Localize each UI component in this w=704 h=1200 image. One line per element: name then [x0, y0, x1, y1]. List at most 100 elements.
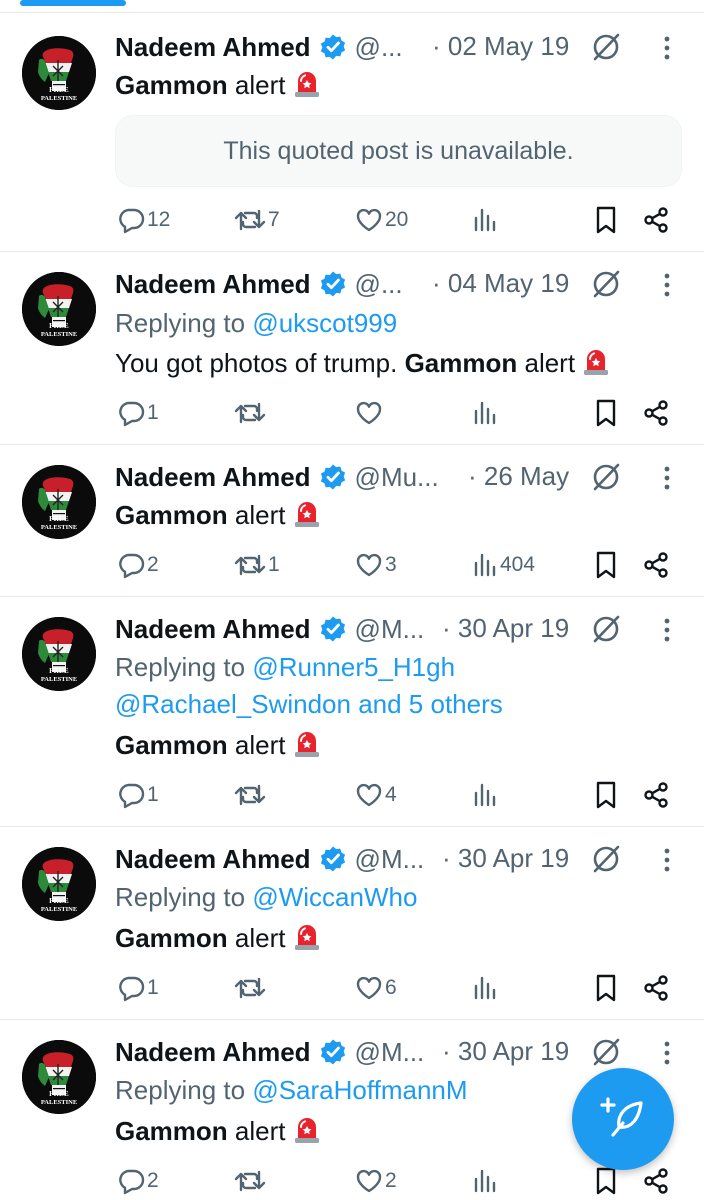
post-feed[interactable]: FREE PALESTINE Nadeem Ahmed @... · 02 May…: [0, 13, 704, 1200]
avatar[interactable]: FREE PALESTINE: [22, 36, 96, 110]
reply-icon: [117, 781, 145, 809]
share-button[interactable]: [640, 779, 670, 811]
like-button[interactable]: 6: [353, 972, 397, 1004]
author-name[interactable]: Nadeem Ahmed: [115, 614, 311, 645]
like-button[interactable]: [353, 397, 385, 429]
more-vertical-icon[interactable]: [662, 1040, 672, 1066]
more-vertical-icon[interactable]: [662, 617, 672, 643]
repost-button[interactable]: [232, 1165, 268, 1197]
more-vertical-icon[interactable]: [662, 35, 672, 61]
post[interactable]: FREE PALESTINE Nadeem Ahmed @M... · 30 Ap…: [0, 827, 704, 1020]
repost-count: 1: [268, 553, 280, 576]
share-button[interactable]: [640, 204, 670, 236]
active-tab-indicator: [20, 0, 126, 6]
avatar[interactable]: FREE PALESTINE: [22, 1040, 96, 1114]
post[interactable]: FREE PALESTINE Nadeem Ahmed @... · 04 May…: [0, 252, 704, 445]
author-name[interactable]: Nadeem Ahmed: [115, 844, 311, 875]
repost-button[interactable]: 1: [232, 549, 280, 581]
reply-button[interactable]: 1: [115, 972, 159, 1004]
grok-icon[interactable]: [591, 462, 621, 492]
grok-icon[interactable]: [591, 1037, 621, 1067]
bookmark-button[interactable]: [591, 1165, 619, 1197]
like-button[interactable]: 2: [353, 1165, 397, 1197]
reply-button[interactable]: 1: [115, 779, 159, 811]
compose-post-button[interactable]: [572, 1068, 674, 1170]
post-text: You got photos of trump. Gammon alert: [115, 346, 611, 384]
reply-mention-link[interactable]: @Runner5_H1gh: [252, 652, 455, 682]
post-date[interactable]: · 30 Apr 19: [442, 1036, 569, 1067]
reply-button[interactable]: 2: [115, 1165, 159, 1197]
bookmark-button[interactable]: [591, 397, 619, 429]
author-handle[interactable]: @M...: [355, 1037, 425, 1068]
author-handle[interactable]: @M...: [355, 614, 425, 645]
replying-to-label: Replying to: [115, 882, 246, 912]
avatar[interactable]: FREE PALESTINE: [22, 847, 96, 921]
more-vertical-icon[interactable]: [662, 465, 672, 491]
reply-button[interactable]: 12: [115, 204, 170, 236]
views-icon: [472, 551, 498, 579]
author-handle[interactable]: @Mu...: [355, 462, 439, 493]
views-button[interactable]: [470, 779, 500, 811]
reply-button[interactable]: 1: [115, 397, 159, 429]
grok-icon[interactable]: [591, 614, 621, 644]
avatar[interactable]: FREE PALESTINE: [22, 272, 96, 346]
more-vertical-icon[interactable]: [662, 847, 672, 873]
author-name[interactable]: Nadeem Ahmed: [115, 462, 311, 493]
repost-button[interactable]: [232, 397, 268, 429]
like-button[interactable]: 20: [353, 204, 408, 236]
avatar[interactable]: FREE PALESTINE: [22, 617, 96, 691]
bookmark-button[interactable]: [591, 549, 619, 581]
views-button[interactable]: [470, 397, 500, 429]
author-handle[interactable]: @...: [355, 32, 403, 63]
post[interactable]: FREE PALESTINE Nadeem Ahmed @M... · 30 Ap…: [0, 597, 704, 827]
grok-icon[interactable]: [591, 269, 621, 299]
like-count: 3: [385, 553, 397, 576]
post-date[interactable]: · 04 May 19: [432, 268, 569, 299]
share-icon: [642, 206, 670, 234]
author-handle[interactable]: @M...: [355, 844, 425, 875]
post-text-bold: Gammon: [115, 730, 228, 760]
verified-badge-icon: [319, 1038, 347, 1066]
views-button[interactable]: 404: [470, 549, 535, 581]
author-handle[interactable]: @...: [355, 269, 403, 300]
repost-button[interactable]: [232, 779, 268, 811]
bookmark-button[interactable]: [591, 779, 619, 811]
views-button[interactable]: [470, 1165, 500, 1197]
more-vertical-icon[interactable]: [662, 272, 672, 298]
reply-mention-link[interactable]: @SaraHoffmannM: [252, 1075, 467, 1105]
share-button[interactable]: [640, 972, 670, 1004]
share-button[interactable]: [640, 1165, 670, 1197]
repost-button[interactable]: 7: [232, 204, 280, 236]
post-text-rest: alert: [227, 730, 286, 760]
author-name[interactable]: Nadeem Ahmed: [115, 269, 311, 300]
reply-mention-others-link[interactable]: @Rachael_Swindon and 5 others: [115, 689, 503, 719]
reply-mention-link[interactable]: @ukscot999: [252, 308, 397, 338]
reply-button[interactable]: 2: [115, 549, 159, 581]
replying-to-label: Replying to: [115, 652, 246, 682]
reply-mention-link[interactable]: @WiccanWho: [252, 882, 417, 912]
post-date[interactable]: · 26 May: [468, 461, 569, 492]
post[interactable]: FREE PALESTINE Nadeem Ahmed @... · 02 May…: [0, 13, 704, 252]
post-actions: 1: [115, 397, 675, 429]
repost-icon: [234, 781, 266, 809]
grok-icon[interactable]: [591, 32, 621, 62]
like-button[interactable]: 3: [353, 549, 397, 581]
post[interactable]: FREE PALESTINE Nadeem Ahmed @Mu... · 26 M…: [0, 445, 704, 597]
grok-icon[interactable]: [591, 844, 621, 874]
repost-button[interactable]: [232, 972, 268, 1004]
repost-icon: [234, 1167, 266, 1195]
post-date[interactable]: · 02 May 19: [432, 31, 569, 62]
like-button[interactable]: 4: [353, 779, 397, 811]
views-button[interactable]: [470, 204, 500, 236]
avatar[interactable]: FREE PALESTINE: [22, 465, 96, 539]
author-name[interactable]: Nadeem Ahmed: [115, 32, 311, 63]
author-name[interactable]: Nadeem Ahmed: [115, 1037, 311, 1068]
share-button[interactable]: [640, 397, 670, 429]
bookmark-button[interactable]: [591, 204, 619, 236]
post-date[interactable]: · 30 Apr 19: [442, 843, 569, 874]
post-date[interactable]: · 30 Apr 19: [442, 613, 569, 644]
post-text-rest: alert: [227, 500, 286, 530]
views-button[interactable]: [470, 972, 500, 1004]
share-button[interactable]: [640, 549, 670, 581]
bookmark-button[interactable]: [591, 972, 619, 1004]
